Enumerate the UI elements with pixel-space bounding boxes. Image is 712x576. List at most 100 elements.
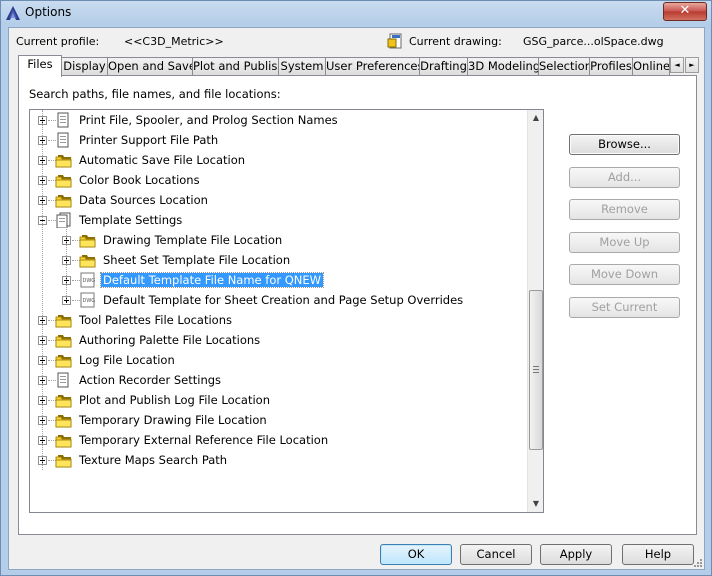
tree-item-label[interactable]: Print File, Spooler, and Prolog Section … — [77, 113, 340, 127]
tree-row[interactable]: Color Book Locations — [30, 170, 528, 190]
title-bar[interactable]: Options ✕ — [1, 1, 711, 27]
tree-item-label[interactable]: Default Template for Sheet Creation and … — [101, 293, 465, 307]
folder-icon — [54, 332, 74, 348]
tree-row[interactable]: DWG Default Template for Sheet Creation a… — [30, 290, 528, 310]
tree-item-label[interactable]: Drawing Template File Location — [101, 233, 284, 247]
cancel-button[interactable]: Cancel — [460, 544, 532, 565]
scroll-down-arrow-icon[interactable]: ▼ — [528, 496, 543, 512]
tree-item-label[interactable]: Template Settings — [77, 213, 184, 227]
tree-row[interactable]: DWG Default Template File Name for QNEW — [30, 270, 528, 290]
tree-item-label[interactable]: Sheet Set Template File Location — [101, 253, 292, 267]
tree-item-label[interactable]: Authoring Palette File Locations — [77, 333, 262, 347]
tab-system[interactable]: System — [278, 57, 326, 76]
add-button[interactable]: Add... — [569, 167, 680, 188]
folder-icon — [54, 412, 74, 428]
folder-icon — [54, 312, 74, 328]
autocad-app-icon — [6, 6, 20, 20]
browse-button[interactable]: Browse... — [569, 134, 680, 155]
tab-display[interactable]: Display — [61, 57, 108, 76]
tab-open-and-save[interactable]: Open and Save — [107, 57, 193, 76]
tree-row[interactable]: Template Settings — [30, 210, 528, 230]
tree-row[interactable]: Authoring Palette File Locations — [30, 330, 528, 350]
search-paths-label: Search paths, file names, and file locat… — [29, 87, 281, 101]
tree-item-label[interactable]: Tool Palettes File Locations — [77, 313, 234, 327]
tree-item-label[interactable]: Log File Location — [77, 353, 177, 367]
tab-drafting[interactable]: Drafting — [419, 57, 468, 76]
close-button[interactable]: ✕ — [663, 2, 707, 21]
options-window: Options ✕ Current profile: <<C3D_Metric>… — [0, 0, 712, 576]
tree-row[interactable]: Sheet Set Template File Location — [30, 250, 528, 270]
tree-row[interactable]: Texture Maps Search Path — [30, 450, 528, 470]
current-drawing-value: GSG_parce...olSpace.dwg — [523, 35, 664, 48]
tree-root-line — [42, 110, 43, 470]
tab-files[interactable]: Files — [18, 55, 62, 77]
current-profile-value: <<C3D_Metric>> — [124, 35, 224, 48]
documents-icon — [54, 212, 74, 229]
tab-strip: Files Display Open and Save Plot and Pub… — [18, 55, 699, 77]
tree-item-label[interactable]: Data Sources Location — [77, 193, 210, 207]
set-current-button[interactable]: Set Current — [569, 297, 680, 318]
scroll-up-arrow-icon[interactable]: ▲ — [528, 110, 543, 126]
remove-button[interactable]: Remove — [569, 199, 680, 220]
tree-row[interactable]: Print File, Spooler, and Prolog Section … — [30, 110, 528, 130]
tab-scroll-right-button[interactable]: ► — [685, 57, 699, 73]
drawing-icon — [387, 33, 402, 49]
tree-row[interactable]: Printer Support File Path — [30, 130, 528, 150]
folder-icon — [54, 432, 74, 448]
tree-item-label[interactable]: Texture Maps Search Path — [77, 453, 229, 467]
dialog-client: Current profile: <<C3D_Metric>> Current … — [8, 27, 705, 570]
scrollbar-thumb[interactable] — [529, 290, 543, 450]
tree-row[interactable]: Automatic Save File Location — [30, 150, 528, 170]
tree-row[interactable]: Temporary Drawing File Location — [30, 410, 528, 430]
help-button[interactable]: Help — [622, 544, 694, 565]
folder-icon — [78, 232, 98, 248]
tab-3d-modeling[interactable]: 3D Modeling — [467, 57, 539, 76]
folder-icon — [78, 252, 98, 268]
files-tab-panel: Search paths, file names, and file locat… — [18, 75, 697, 535]
dwg-file-icon: DWG — [78, 292, 98, 308]
tree-row[interactable]: Action Recorder Settings — [30, 370, 528, 390]
scroll-grip-icon — [533, 366, 539, 373]
tree-row[interactable]: Log File Location — [30, 350, 528, 370]
tree-item-label[interactable]: Default Template File Name for QNEW — [99, 272, 325, 288]
tree-row[interactable]: Tool Palettes File Locations — [30, 310, 528, 330]
folder-icon — [54, 192, 74, 208]
tree-row[interactable]: Plot and Publish Log File Location — [30, 390, 528, 410]
tab-plot-and-publish[interactable]: Plot and Publish — [192, 57, 279, 76]
dwg-file-icon: DWG — [78, 272, 98, 288]
tree-item-label[interactable]: Temporary Drawing File Location — [77, 413, 269, 427]
tree-item-label[interactable]: Automatic Save File Location — [77, 153, 247, 167]
svg-text:DWG: DWG — [83, 278, 96, 284]
tree-child-line — [66, 225, 67, 300]
folder-icon — [54, 172, 74, 188]
tab-profiles[interactable]: Profiles — [589, 57, 633, 76]
tree-row[interactable]: Data Sources Location — [30, 190, 528, 210]
current-profile-label: Current profile: — [16, 35, 100, 48]
tab-online[interactable]: Online — [632, 57, 670, 76]
folder-icon — [54, 352, 74, 368]
tab-user-preferences[interactable]: User Preferences — [325, 57, 420, 76]
tree-row[interactable]: Temporary External Reference File Locati… — [30, 430, 528, 450]
apply-button[interactable]: Apply — [540, 544, 612, 565]
search-paths-tree[interactable]: Print File, Spooler, and Prolog Section … — [29, 109, 544, 513]
tree-item-label[interactable]: Temporary External Reference File Locati… — [77, 433, 330, 447]
move-down-button[interactable]: Move Down — [569, 264, 680, 285]
ok-button[interactable]: OK — [380, 544, 452, 565]
folder-icon — [54, 152, 74, 168]
svg-text:DWG: DWG — [83, 298, 96, 304]
tree-item-label[interactable]: Printer Support File Path — [77, 133, 220, 147]
tab-scroll-left-button[interactable]: ◄ — [670, 57, 684, 73]
tree-vertical-scrollbar[interactable]: ▲ ▼ — [527, 110, 543, 512]
tree-item-label[interactable]: Plot and Publish Log File Location — [77, 393, 272, 407]
tab-selection[interactable]: Selection — [538, 57, 590, 76]
tree-item-label[interactable]: Color Book Locations — [77, 173, 202, 187]
tree-row[interactable]: Drawing Template File Location — [30, 230, 528, 250]
document-icon — [54, 372, 74, 388]
window-title: Options — [25, 5, 72, 19]
tree-item-label[interactable]: Action Recorder Settings — [77, 373, 223, 387]
document-icon — [54, 112, 74, 128]
move-up-button[interactable]: Move Up — [569, 232, 680, 253]
resize-grip-icon[interactable] — [692, 557, 702, 567]
folder-icon — [54, 452, 74, 468]
current-drawing-label: Current drawing: — [409, 35, 502, 48]
